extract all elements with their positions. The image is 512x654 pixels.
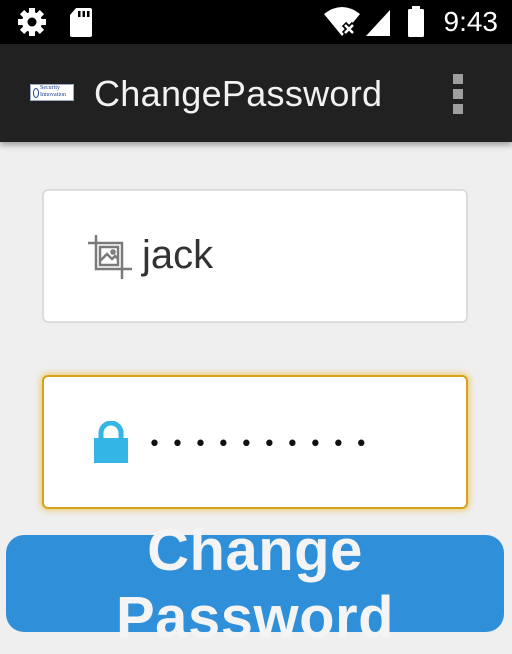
more-vert-icon[interactable] <box>444 74 472 114</box>
password-value: •••••••••• <box>148 432 378 457</box>
image-crop-icon <box>88 235 132 279</box>
logo-text: Security Innovation <box>40 85 66 98</box>
change-password-button[interactable]: Change Password <box>6 518 504 650</box>
sd-card-icon <box>70 8 92 37</box>
app-logo: Security Innovation <box>30 84 74 101</box>
password-field[interactable]: •••••••••• <box>42 375 468 509</box>
battery-icon <box>408 6 424 37</box>
username-field[interactable]: jack <box>42 189 468 323</box>
wifi-off-icon <box>324 7 360 37</box>
logo-mark-icon <box>33 88 39 98</box>
app-title: ChangePassword <box>94 73 383 114</box>
lock-icon <box>94 421 128 463</box>
signal-icon <box>366 10 390 36</box>
username-value: jack <box>142 233 214 277</box>
settings-icon <box>18 8 46 36</box>
status-bar: 9:43 <box>0 0 512 44</box>
app-bar: Security Innovation ChangePassword <box>0 44 512 142</box>
status-time: 9:43 <box>443 6 499 37</box>
